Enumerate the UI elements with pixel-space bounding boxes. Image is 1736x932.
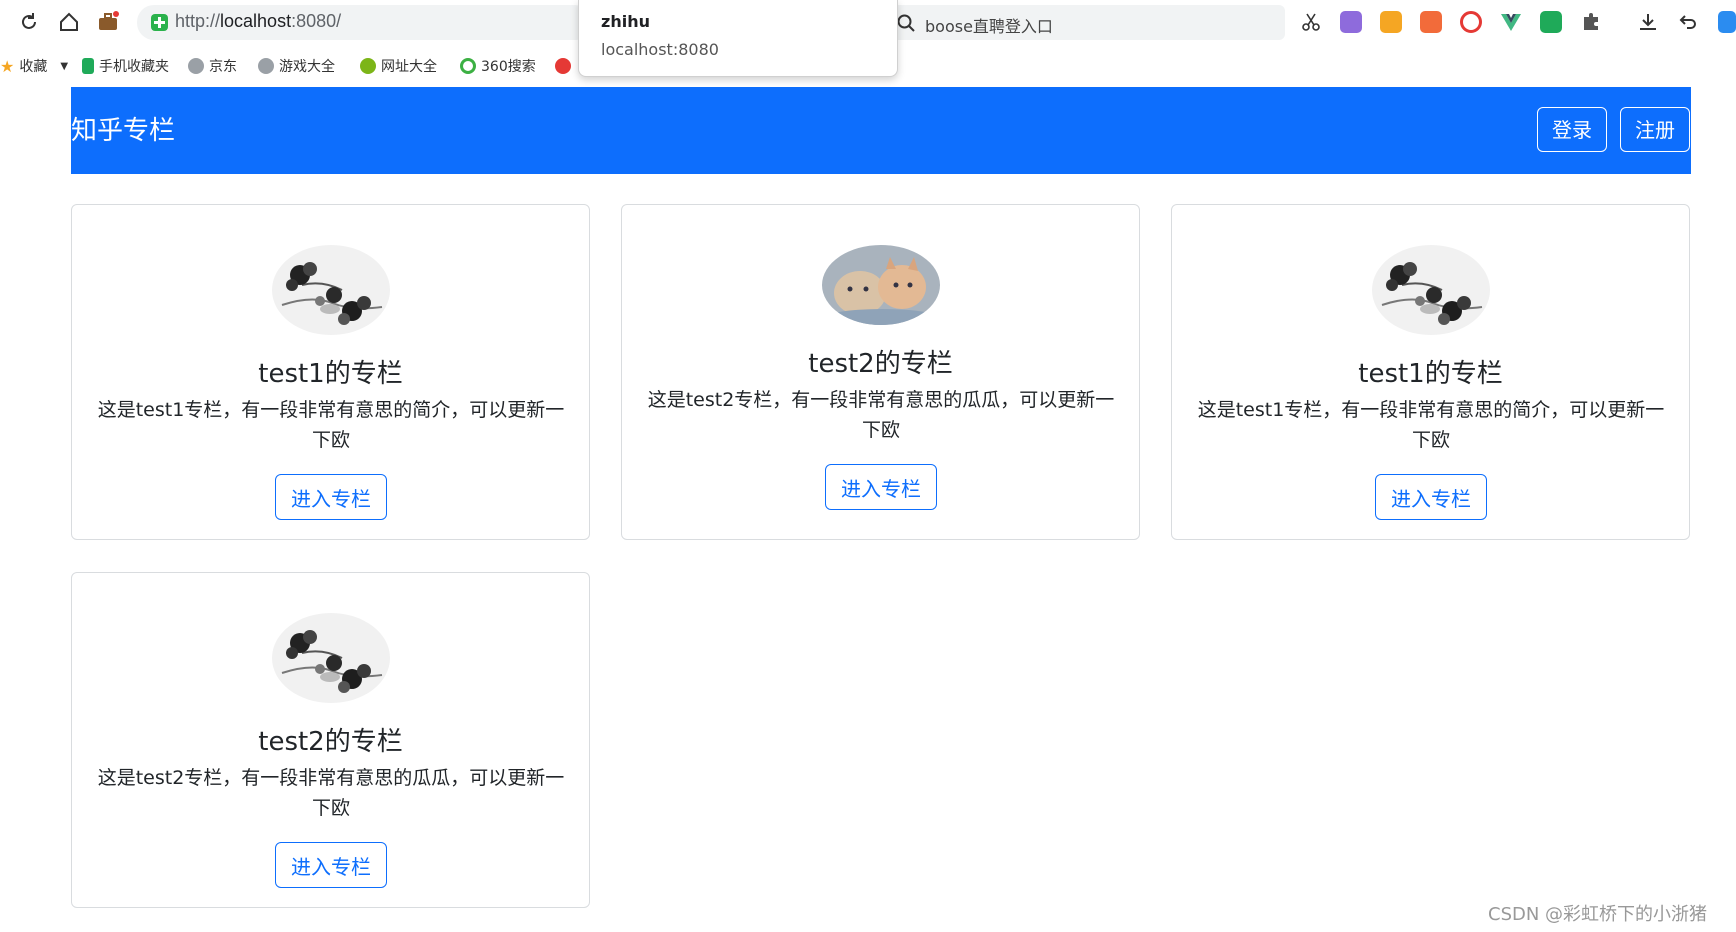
bookmark-label: 网址大全 [381,59,437,75]
bookmark-label: 360搜索 [481,59,536,75]
url-text: http://localhost:8080/ [175,11,342,31]
undo-icon[interactable] [1677,11,1699,33]
login-button[interactable]: 登录 [1537,107,1607,152]
column-title: test1的专栏 [258,359,403,389]
column-description: 这是test1专栏，有一段非常有意思的简介，可以更新一下欧 [1197,399,1665,451]
download-icon[interactable] [1637,11,1659,33]
tab-tooltip: zhihu localhost:8080 [578,0,898,77]
home-icon[interactable] [58,11,80,33]
column-card: test1的专栏 这是test1专栏，有一段非常有意思的简介，可以更新一下欧 进… [71,204,590,540]
enter-column-button[interactable]: 进入专栏 [825,464,937,510]
column-title: test1的专栏 [1358,359,1503,389]
g-icon [555,58,571,74]
bookmark-extra[interactable] [555,56,571,76]
bookmark-jd[interactable]: 京东 [188,56,237,76]
secure-icon [151,14,168,31]
bookmark-mobile[interactable]: 手机收藏夹 [82,56,169,76]
enter-column-button[interactable]: 进入专栏 [1375,474,1487,520]
brand-title[interactable]: 知乎专栏 [71,110,175,147]
column-avatar [272,245,390,335]
reload-icon[interactable] [18,11,40,33]
bookmark-label: 手机收藏夹 [99,59,169,75]
bookmark-label: 收藏 [19,59,48,75]
column-title: test2的专栏 [258,727,403,757]
bookmark-label: 京东 [209,59,237,75]
watermark: CSDN @彩虹桥下的小浙猪 [1488,904,1708,925]
phone-icon [82,58,94,74]
briefcase-icon[interactable] [97,11,119,33]
vue-icon[interactable] [1500,11,1522,33]
chevron-down-icon: ▼ [60,60,69,72]
column-title: test2的专栏 [808,349,953,379]
gamepad-icon[interactable] [1420,11,1442,33]
tab-tooltip-title: zhihu [601,12,650,31]
globe-icon [258,58,274,74]
bookmark-games[interactable]: 游戏大全 [258,56,335,76]
column-avatar [822,245,940,325]
shield-icon[interactable] [1380,11,1402,33]
column-card: test2的专栏 这是test2专栏，有一段非常有意思的瓜瓜，可以更新一下欧 进… [621,204,1140,540]
column-card: test2的专栏 这是test2专栏，有一段非常有意思的瓜瓜，可以更新一下欧 进… [71,572,590,908]
bookmark-favorites[interactable]: ★ 收藏 ▼ [0,56,68,76]
translate-icon[interactable] [1340,11,1362,33]
star-icon: ★ [0,56,15,76]
bookmark-360search[interactable]: 360搜索 [460,56,536,76]
column-avatar [1372,245,1490,335]
search-icon [897,14,915,32]
address-bar[interactable]: http://localhost:8080/ [137,5,592,40]
column-description: 这是test1专栏，有一段非常有意思的简介，可以更新一下欧 [97,399,565,451]
scissors-icon[interactable] [1300,11,1322,33]
puzzle-icon[interactable] [1580,11,1602,33]
ai-icon[interactable] [1718,11,1736,33]
register-button[interactable]: 注册 [1620,107,1690,152]
column-avatar [272,613,390,703]
book-icon[interactable] [1540,11,1562,33]
column-description: 这是test2专栏，有一段非常有意思的瓜瓜，可以更新一下欧 [647,389,1115,441]
column-description: 这是test2专栏，有一段非常有意思的瓜瓜，可以更新一下欧 [97,767,565,819]
search-box[interactable]: boose直聘登入口 [885,5,1285,40]
bookmark-sites[interactable]: 网址大全 [360,56,437,76]
column-card: test1的专栏 这是test1专栏，有一段非常有意思的简介，可以更新一下欧 进… [1171,204,1690,540]
enter-column-button[interactable]: 进入专栏 [275,842,387,888]
360-icon [460,58,476,74]
bookmark-label: 游戏大全 [279,59,335,75]
plus-globe-icon [360,58,376,74]
navbar: 知乎专栏 登录 注册 [71,87,1691,174]
enter-column-button[interactable]: 进入专栏 [275,474,387,520]
search-query: boose直聘登入口 [925,17,1053,36]
globe-icon [188,58,204,74]
record-icon[interactable] [1460,11,1482,33]
tab-tooltip-host: localhost:8080 [601,40,719,59]
